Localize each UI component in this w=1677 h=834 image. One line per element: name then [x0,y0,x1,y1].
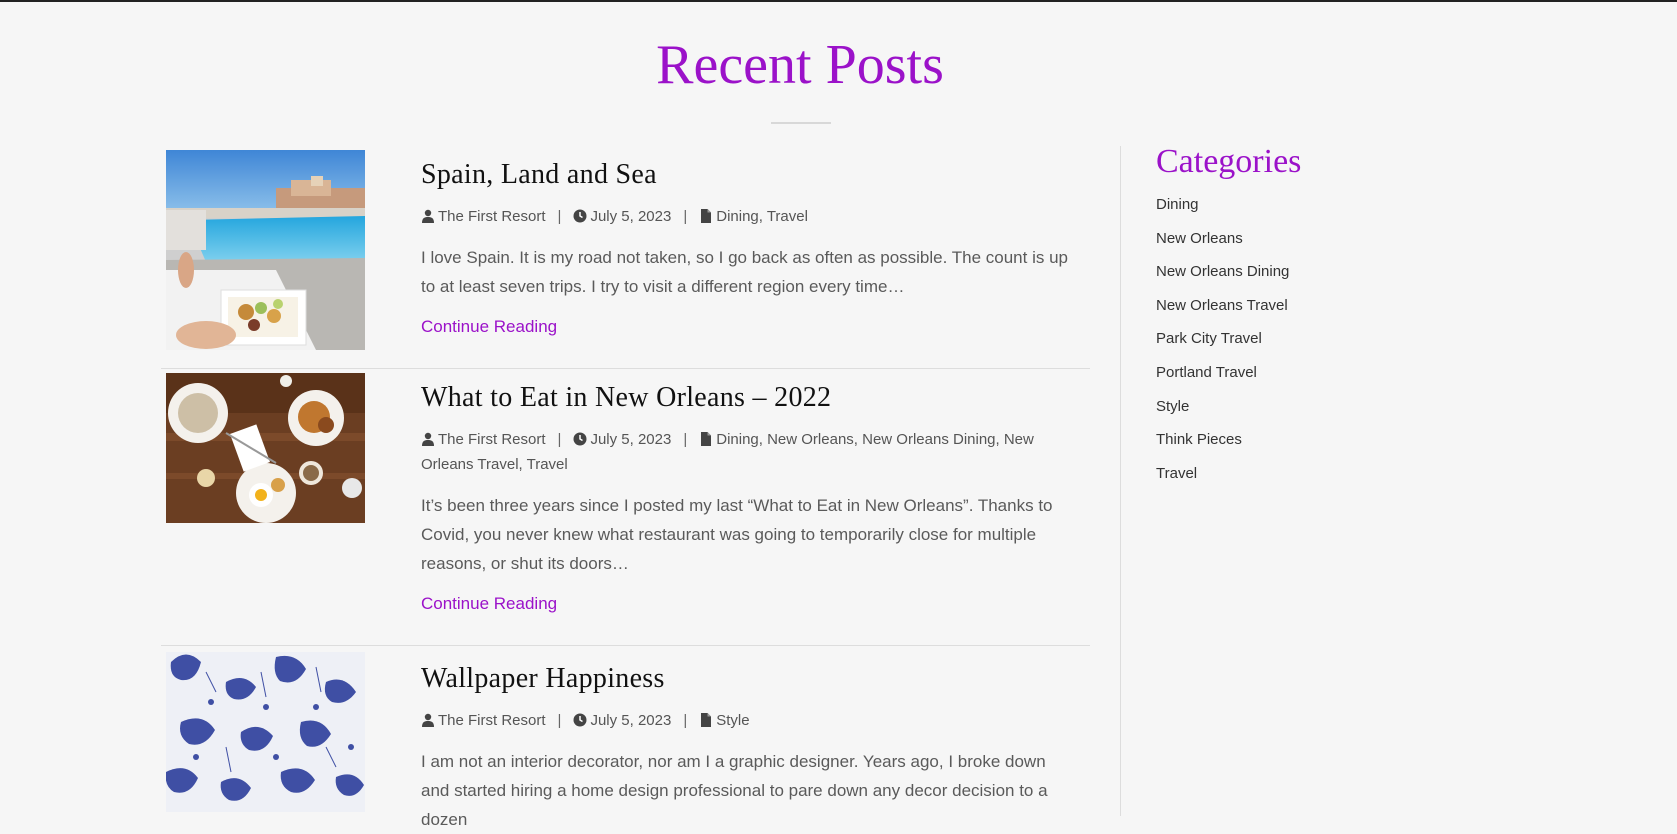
sidebar: Categories Dining New Orleans New Orlean… [1156,140,1456,490]
continue-reading-link[interactable]: Continue Reading [421,592,557,616]
file-icon [701,713,712,727]
post-author-link[interactable]: The First Resort [438,712,546,729]
post-thumbnail[interactable] [166,150,365,350]
clock-icon [573,432,587,446]
post-date: July 5, 2023 [590,431,672,448]
post-title-link[interactable]: Spain, Land and Sea [421,146,1076,192]
post-card: What to Eat in New Orleans – 2022 The Fi… [161,369,1090,646]
post-meta: The First Resort | July 5, 2023 | Dining, Ne… [421,427,1076,477]
post-author-link[interactable]: The First Resort [438,431,546,448]
user-icon [422,713,434,727]
post-categories[interactable]: Dining, Travel [716,208,808,225]
category-link[interactable]: Dining [1156,188,1456,222]
user-icon [422,209,434,223]
meta-separator: | [557,431,562,448]
category-link[interactable]: New Orleans Dining [1156,255,1456,289]
category-link[interactable]: Park City Travel [1156,322,1456,356]
post-meta: The First Resort | July 5, 2023 | Dining, Tr… [421,204,1076,229]
continue-reading-link[interactable]: Continue Reading [421,315,557,339]
sidebar-title: Categories [1156,143,1302,180]
post-date: July 5, 2023 [590,712,672,729]
post-title-link[interactable]: Wallpaper Happiness [421,646,1076,696]
post-excerpt: I am not an interior decorator, nor am I… [421,752,1048,829]
post-thumbnail[interactable] [166,373,365,523]
category-link[interactable]: New Orleans Travel [1156,289,1456,323]
food-table-image [166,373,365,523]
clock-icon [573,209,587,223]
post-excerpt: It’s been three years since I posted my … [421,496,1053,573]
category-link[interactable]: Travel [1156,457,1456,491]
category-list: Dining New Orleans New Orleans Dining Ne… [1156,188,1456,490]
post-title-link[interactable]: What to Eat in New Orleans – 2022 [421,369,1076,415]
meta-separator: | [557,208,562,225]
file-icon [701,209,712,223]
category-link[interactable]: Style [1156,390,1456,424]
pool-photo-image [166,150,365,350]
category-link[interactable]: Portland Travel [1156,356,1456,390]
page-title: Recent Posts [656,34,944,96]
file-icon [701,432,712,446]
user-icon [422,432,434,446]
sidebar-divider [1120,146,1121,816]
meta-separator: | [683,431,688,448]
post-card: Spain, Land and Sea The First Resort | Jul… [161,146,1090,369]
meta-separator: | [683,208,688,225]
meta-separator: | [683,712,688,729]
title-divider [771,122,831,124]
post-categories[interactable]: Style [716,712,749,729]
wallpaper-image [166,652,365,812]
post-excerpt: I love Spain. It is my road not taken, s… [421,248,1068,296]
post-author-link[interactable]: The First Resort [438,208,546,225]
post-date: July 5, 2023 [590,208,672,225]
post-card: Wallpaper Happiness The First Resort | Jul… [161,646,1090,829]
top-border [0,0,1677,2]
category-link[interactable]: New Orleans [1156,222,1456,256]
category-link[interactable]: Think Pieces [1156,423,1456,457]
clock-icon [573,713,587,727]
post-thumbnail[interactable] [166,652,365,812]
post-meta: The First Resort | July 5, 2023 | Style [421,708,1076,733]
meta-separator: | [557,712,562,729]
